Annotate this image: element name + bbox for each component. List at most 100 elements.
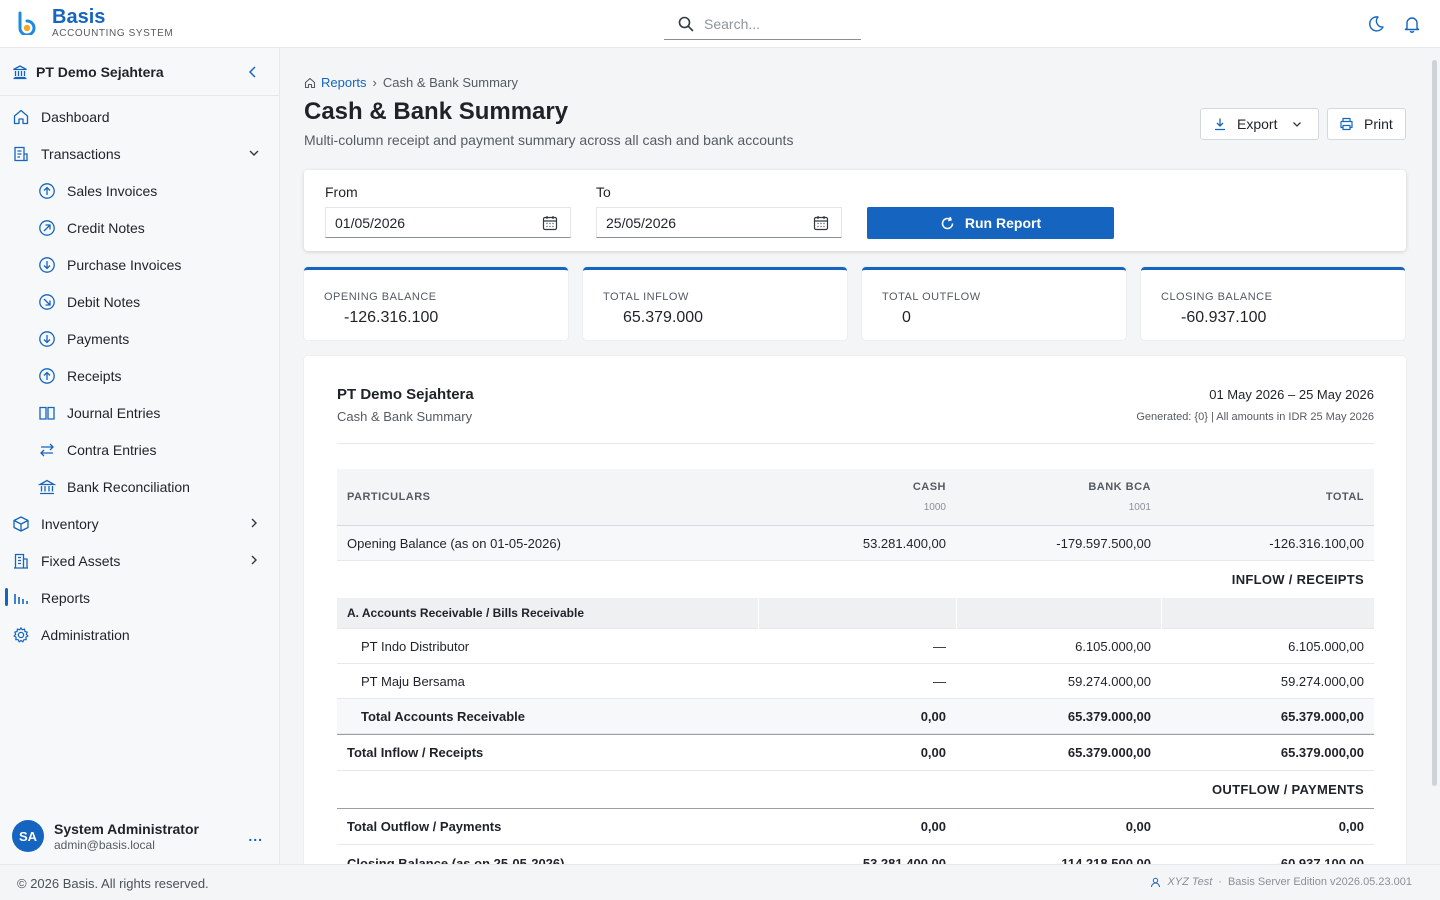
total-inflow-card: TOTAL INFLOW 65.379.000 [583,267,847,340]
divider [337,443,1374,444]
breadcrumb-separator: › [372,75,377,90]
tenant-name: XYZ Test [1167,876,1213,888]
sidebar-item-contra-entries[interactable]: Contra Entries [0,431,279,468]
sidebar-item-bank-reconciliation[interactable]: Bank Reconciliation [0,468,279,505]
sidebar-nav: Dashboard Transactions Sales Invoices Cr… [0,96,279,653]
closing-balance-row: Closing Balance (as on 25-05-2026) 53.28… [337,845,1374,865]
organization-switcher[interactable]: PT Demo Sejahtera [0,48,279,96]
notification-bell-icon[interactable] [1402,14,1422,34]
sidebar-item-administration[interactable]: Administration [0,616,279,653]
sidebar-item-fixed-assets[interactable]: Fixed Assets [0,542,279,579]
sidebar-item-credit-notes[interactable]: Credit Notes [0,209,279,246]
organization-bank-icon [13,64,27,79]
sidebar-item-sales-invoices[interactable]: Sales Invoices [0,172,279,209]
building-icon [14,553,28,569]
outflow-section-heading: OUTFLOW / PAYMENTS [1211,782,1364,797]
from-label: From [325,184,358,200]
bar-chart-icon [14,593,28,604]
run-report-button[interactable]: Run Report [867,207,1114,239]
breadcrumb-reports-link[interactable]: Reports [304,75,367,90]
report-name: Cash & Bank Summary [337,409,473,424]
user-name: System Administrator [54,820,199,837]
footer: © 2026 Basis. All rights reserved. XYZ T… [0,864,1440,900]
main-scrollbar[interactable] [1429,48,1440,864]
footer-info: XYZ Test · Basis Server Edition v2026.05… [1150,876,1412,888]
sidebar-item-debit-notes[interactable]: Debit Notes [0,283,279,320]
transactions-document-icon [14,146,28,161]
chevron-right-icon [251,555,257,565]
to-date-field[interactable]: 25/05/2026 [596,207,842,238]
table-row: PT Indo Distributor — 6.105.000,00 6.105… [337,629,1374,664]
server-edition: Basis Server Edition v2026.05.23.001 [1227,876,1412,888]
report-panel: PT Demo Sejahtera Cash & Bank Summary 01… [304,356,1406,864]
sidebar-item-payments[interactable]: Payments [0,320,279,357]
page-title: Cash & Bank Summary [304,98,569,125]
table-header: PARTICULARS CASH 1000 BANK BCA 1001 TOTAL [337,469,1374,526]
collapse-sidebar-chevron-left-icon[interactable] [245,64,261,80]
brand[interactable]: Basis ACCOUNTING SYSTEM [16,6,173,40]
user-menu-more-button[interactable]: ... [248,828,263,844]
report-period: 01 May 2026 – 25 May 2026 [1209,387,1374,402]
arrow-down-right-circle-icon [39,293,55,310]
table-row: PT Maju Bersama — 59.274.000,00 59.274.0… [337,664,1374,699]
search-input[interactable] [704,16,854,32]
chevron-right-icon [251,518,257,528]
total-outflow-row: Total Outflow / Payments 0,00 0,00 0,00 [337,808,1374,845]
chevron-down-icon [249,150,259,156]
sidebar-item-inventory[interactable]: Inventory [0,505,279,542]
breadcrumb: Reports › Cash & Bank Summary [304,75,518,90]
chevron-down-icon [1293,122,1302,127]
sidebar-item-receipts[interactable]: Receipts [0,357,279,394]
app-subtitle: ACCOUNTING SYSTEM [52,28,174,39]
dark-mode-moon-icon[interactable] [1366,14,1386,34]
search-icon [678,16,694,32]
refresh-icon [941,216,954,229]
arrow-down-circle-icon [39,256,55,273]
swap-arrows-icon [40,443,54,456]
calendar-icon[interactable] [813,215,829,231]
arrow-up-right-circle-icon [39,219,55,236]
breadcrumb-current: Cash & Bank Summary [382,75,518,90]
sidebar-item-dashboard[interactable]: Dashboard [0,98,279,135]
home-icon [13,109,29,124]
book-icon [39,406,55,420]
inflow-section-heading: INFLOW / RECEIPTS [1231,572,1364,587]
report-organization: PT Demo Sejahtera [337,386,474,403]
date-filter-panel: From 01/05/2026 To 25/05/2026 Run Report [304,170,1406,251]
sidebar-item-journal-entries[interactable]: Journal Entries [0,394,279,431]
active-indicator [5,588,8,606]
arrow-up-circle-icon [39,367,55,384]
gear-icon [13,626,29,642]
home-icon [304,77,316,88]
app-name: Basis [52,6,106,28]
package-box-icon [13,515,29,532]
opening-balance-row: Opening Balance (as on 01-05-2026) 53.28… [337,526,1374,561]
closing-balance-card: CLOSING BALANCE -60.937.100 [1141,267,1405,340]
calendar-icon[interactable] [542,215,558,231]
page-subtitle: Multi-column receipt and payment summary… [304,132,794,148]
from-date-field[interactable]: 01/05/2026 [325,207,571,238]
user-email: admin@basis.local [54,837,155,852]
total-inflow-row: Total Inflow / Receipts 0,00 65.379.000,… [337,734,1374,771]
scrollbar-thumb[interactable] [1432,60,1437,786]
main-content: Reports › Cash & Bank Summary Cash & Ban… [281,48,1429,864]
user-icon [1151,877,1161,887]
print-button[interactable]: Print [1327,108,1406,140]
sidebar-item-purchase-invoices[interactable]: Purchase Invoices [0,246,279,283]
export-button[interactable]: Export [1200,108,1319,140]
total-accounts-receivable-row: Total Accounts Receivable 0,00 65.379.00… [337,699,1374,734]
top-bar: Basis ACCOUNTING SYSTEM [0,0,1440,48]
cash-bank-summary-table: PARTICULARS CASH 1000 BANK BCA 1001 TOTAL … [337,469,1374,864]
user-profile[interactable]: SA System Administrator admin@basis.loca… [0,808,279,864]
sidebar-item-transactions[interactable]: Transactions [0,135,279,172]
opening-balance-card: OPENING BALANCE -126.316.100 [304,267,568,340]
to-label: To [596,184,611,200]
avatar: SA [12,820,44,852]
basis-logo-icon [18,11,36,35]
download-icon [1215,118,1225,131]
arrow-up-circle-icon [39,182,55,199]
total-outflow-card: TOTAL OUTFLOW 0 [862,267,1126,340]
printer-icon [1340,117,1353,131]
report-generated-info: Generated: {0} | All amounts in IDR 25 M… [1136,411,1374,423]
sidebar-item-reports[interactable]: Reports [0,579,279,616]
